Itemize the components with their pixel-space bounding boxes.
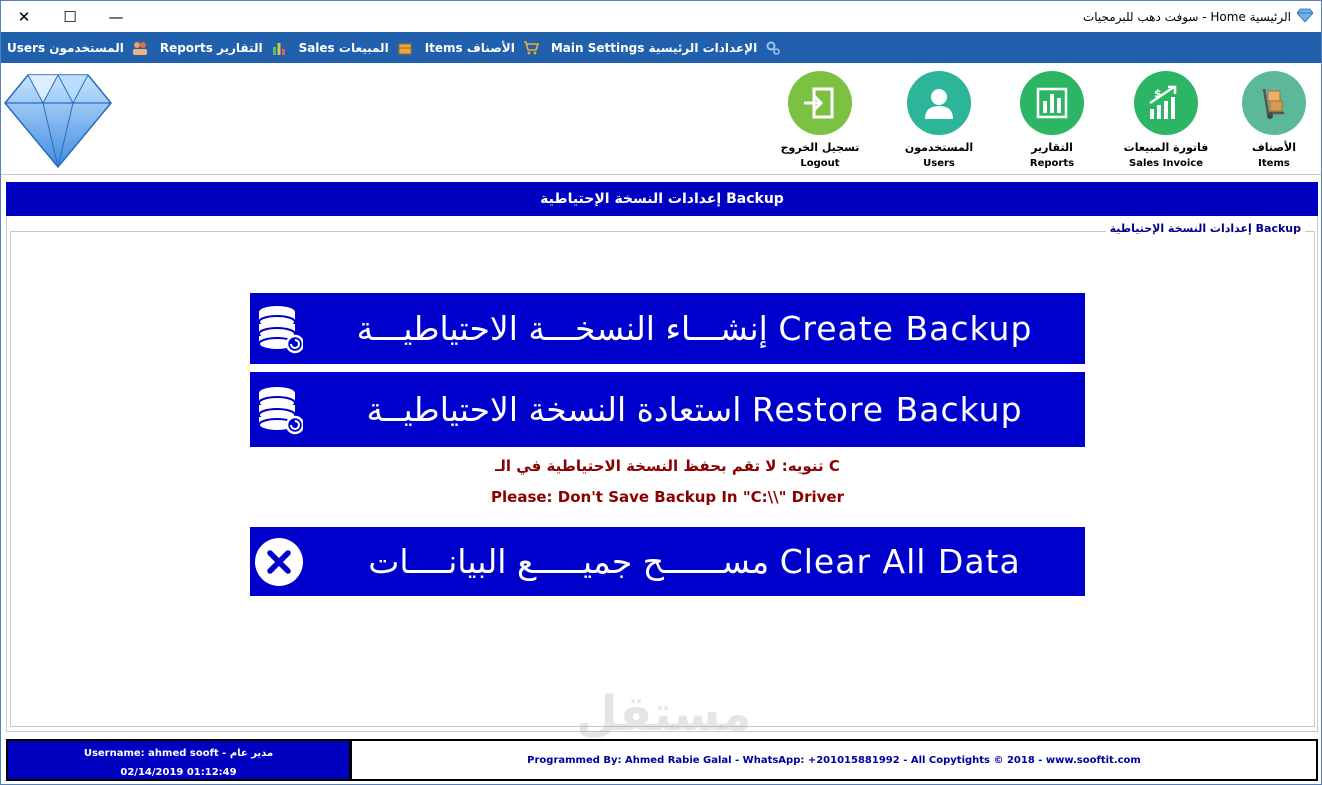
menu-users-label: المستخدمون Users xyxy=(7,40,124,55)
clear-all-data-label: مســــــح جميـــــع البيانــــات Clear A… xyxy=(368,542,1021,581)
notice-english: Please: Don't Save Backup In "C:\\" Driv… xyxy=(491,488,844,506)
status-user-panel: Username: ahmed sooft - مدير عام 02/14/2… xyxy=(6,739,351,781)
menu-reports-label: التقارير Reports xyxy=(159,40,263,55)
window-title: الرئيسية Home - سوفت دهب للبرمجيات xyxy=(1082,9,1291,24)
close-window-button[interactable]: ✕ xyxy=(1,1,47,32)
toolbar-logout-label-en: Logout xyxy=(800,158,840,169)
create-backup-label: إنشـــاء النسخـــة الاحتياطيـــة Create … xyxy=(356,309,1033,348)
sales-growth-icon: $ xyxy=(1134,71,1198,135)
user-icon xyxy=(907,71,971,135)
cart-icon xyxy=(523,40,539,56)
database-restore-icon xyxy=(254,385,304,435)
diamond-logo-icon xyxy=(3,69,113,169)
database-backup-icon xyxy=(254,304,304,354)
restore-backup-label: استعادة النسخة الاحتياطيــة Restore Back… xyxy=(366,390,1023,429)
toolbar-reports-button[interactable]: التقارير Reports xyxy=(997,71,1107,169)
users-icon xyxy=(132,40,148,56)
clear-x-circle-icon xyxy=(254,537,304,587)
box-icon xyxy=(397,40,413,56)
status-credits-panel: Programmed By: Ahmed Rabie Galal - Whats… xyxy=(351,739,1318,781)
menu-items-label: الأصناف Items xyxy=(424,40,515,55)
toolbar-logout-button[interactable]: تسجيل الخروج Logout xyxy=(765,71,875,169)
toolbar-users-label-en: Users xyxy=(923,158,955,169)
app-diamond-icon xyxy=(1296,8,1314,25)
toolbar-items-button[interactable]: الأصناف Items xyxy=(1219,71,1322,169)
toolbar-reports-label-en: Reports xyxy=(1029,158,1075,169)
status-username: Username: ahmed sooft - مدير عام xyxy=(83,748,274,759)
section-header: إعدادات النسخة الإحتياطية Backup xyxy=(6,182,1318,216)
menu-sales[interactable]: المبيعات Sales xyxy=(293,40,419,56)
bar-chart-icon xyxy=(1020,71,1084,135)
watermark: مستقل xyxy=(576,686,752,742)
menu-users[interactable]: المستخدمون Users xyxy=(1,40,154,56)
restore-backup-button[interactable]: استعادة النسخة الاحتياطيــة Restore Back… xyxy=(250,372,1085,447)
window-controls: ✕ ☐ — xyxy=(1,1,139,32)
toolbar-logout-label-ar: تسجيل الخروج xyxy=(780,141,860,154)
menu-reports[interactable]: التقارير Reports xyxy=(154,40,293,56)
title-area: الرئيسية Home - سوفت دهب للبرمجيات xyxy=(1082,1,1314,32)
toolbar: تسجيل الخروج Logout المستخدمون Users الت… xyxy=(1,63,1321,175)
toolbar-sales-invoice-button[interactable]: $ فاتورة المبيعات Sales Invoice xyxy=(1111,71,1221,169)
notice-arabic: تنويه: لا تقم بحفظ النسخة الاحتياطية في … xyxy=(495,457,840,475)
toolbar-items-label-ar: الأصناف xyxy=(1252,141,1296,154)
clear-all-data-button[interactable]: مســــــح جميـــــع البيانــــات Clear A… xyxy=(250,527,1085,596)
status-datetime: 02/14/2019 01:12:49 xyxy=(120,767,237,778)
status-credits: Programmed By: Ahmed Rabie Galal - Whats… xyxy=(527,754,1141,766)
create-backup-button[interactable]: إنشـــاء النسخـــة الاحتياطيـــة Create … xyxy=(250,293,1085,364)
reports-icon xyxy=(271,40,287,56)
maximize-window-button[interactable]: ☐ xyxy=(47,1,93,32)
toolbar-sales-invoice-label-en: Sales Invoice xyxy=(1129,158,1203,169)
toolbar-sales-invoice-label-ar: فاتورة المبيعات xyxy=(1123,141,1209,154)
menu-sales-label: المبيعات Sales xyxy=(298,40,389,55)
menu-bar: الإعدادات الرئيسية Main Settings الأصناف… xyxy=(1,32,1321,63)
minimize-window-button[interactable]: — xyxy=(93,1,139,32)
settings-gear-icon xyxy=(765,40,781,56)
menu-main-settings[interactable]: الإعدادات الرئيسية Main Settings xyxy=(545,40,787,56)
toolbar-reports-label-ar: التقارير xyxy=(1031,141,1073,154)
section-header-title: إعدادات النسخة الإحتياطية Backup xyxy=(540,191,784,207)
logout-icon xyxy=(788,71,852,135)
title-bar: ✕ ☐ — الرئيسية Home - سوفت دهب للبرمجيات xyxy=(1,1,1321,32)
toolbar-users-label-ar: المستخدمون xyxy=(904,141,974,154)
menu-main-settings-label: الإعدادات الرئيسية Main Settings xyxy=(550,40,758,55)
toolbar-users-button[interactable]: المستخدمون Users xyxy=(884,71,994,169)
hand-truck-icon xyxy=(1242,71,1306,135)
groupbox-title: إعدادات النسخة الإحتياطية Backup xyxy=(1105,222,1305,235)
app-window: ✕ ☐ — الرئيسية Home - سوفت دهب للبرمجيات… xyxy=(0,0,1322,785)
menu-items[interactable]: الأصناف Items xyxy=(419,40,545,56)
svg-text:$: $ xyxy=(1154,87,1162,100)
toolbar-items-label-en: Items xyxy=(1258,158,1290,169)
